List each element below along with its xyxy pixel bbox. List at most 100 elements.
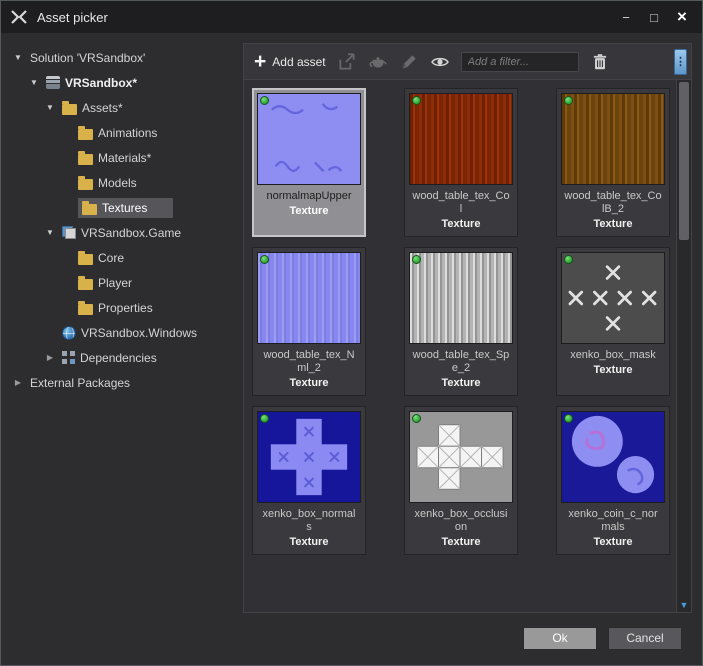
chevron-right-icon[interactable]: ▶ <box>11 378 25 387</box>
asset-thumbnail <box>257 93 361 185</box>
vertical-scrollbar[interactable]: ▼ <box>676 80 691 612</box>
app-logo-icon <box>9 7 29 27</box>
asset-name: wood_table_tex_ColB_2 <box>564 190 662 216</box>
asset-type: Texture <box>594 218 633 230</box>
tree-item-label: VRSandbox.Windows <box>81 326 197 340</box>
view-options-button[interactable]: ⋮ <box>674 49 687 75</box>
folder-icon <box>78 179 93 190</box>
status-dot-icon <box>412 255 421 264</box>
status-dot-icon <box>564 255 573 264</box>
asset-tile-wood-spe2[interactable]: wood_table_tex_Spe_2 Texture <box>404 247 518 396</box>
asset-tile-box-normals[interactable]: xenko_box_normals Texture <box>252 406 366 555</box>
filter-input[interactable] <box>461 52 579 72</box>
tree-item-animations[interactable]: Animations <box>7 120 235 145</box>
maximize-button[interactable]: □ <box>640 6 668 28</box>
tree-item-properties[interactable]: Properties <box>7 295 235 320</box>
dependencies-icon <box>62 351 75 364</box>
asset-tile-box-occlusion[interactable]: xenko_box_occlusion Texture <box>404 406 518 555</box>
scroll-down-icon[interactable]: ▼ <box>677 600 691 610</box>
tree-item-solution[interactable]: ▼ Solution 'VRSandbox' <box>7 45 235 70</box>
tree-item-models[interactable]: Models <box>7 170 235 195</box>
asset-grid-area: normalmapUpper Texture wood_table_tex_Co… <box>244 80 691 612</box>
tree-item-label: Core <box>98 251 124 265</box>
asset-name: wood_table_tex_Col <box>412 190 510 216</box>
asset-thumbnail <box>257 411 361 503</box>
chevron-down-icon[interactable]: ▼ <box>43 103 57 112</box>
tree-item-label: Animations <box>98 126 157 140</box>
tree-item-label: External Packages <box>30 376 130 390</box>
tree-item-vrsandbox[interactable]: ▼ VRSandbox* <box>7 70 235 95</box>
chevron-right-icon[interactable]: ▶ <box>43 353 57 362</box>
tree-item-label: Textures <box>102 201 147 215</box>
visibility-eye-icon[interactable] <box>430 52 450 72</box>
tree-item-label: VRSandbox.Game <box>81 226 181 240</box>
tree-item-materials[interactable]: Materials* <box>7 145 235 170</box>
selected-tree-item: Textures <box>78 198 173 218</box>
folder-icon <box>78 254 93 265</box>
asset-tile-wood-nml2[interactable]: wood_table_tex_Nml_2 Texture <box>252 247 366 396</box>
asset-type: Texture <box>290 205 329 217</box>
asset-grid: normalmapUpper Texture wood_table_tex_Co… <box>244 80 676 612</box>
import-asset-icon[interactable] <box>337 52 357 72</box>
plus-icon: + <box>254 53 266 71</box>
tree-item-assets[interactable]: ▼ Assets* <box>7 95 235 120</box>
status-dot-icon <box>412 414 421 423</box>
asset-tile-coin-normals[interactable]: xenko_coin_c_normals Texture <box>556 406 670 555</box>
asset-thumbnail <box>561 252 665 344</box>
delete-trash-icon[interactable] <box>590 52 610 72</box>
chevron-down-icon[interactable]: ▼ <box>11 53 25 62</box>
tree-item-label: Models <box>98 176 137 190</box>
tree-item-vrsandbox-windows[interactable]: VRSandbox.Windows <box>7 320 235 345</box>
add-asset-button[interactable]: + Add asset <box>254 53 326 71</box>
tree-item-label: Solution 'VRSandbox' <box>30 51 145 65</box>
ok-button[interactable]: Ok <box>523 627 597 650</box>
chevron-down-icon[interactable]: ▼ <box>43 228 57 237</box>
chevron-down-icon[interactable]: ▼ <box>27 78 41 87</box>
window-title: Asset picker <box>37 10 612 25</box>
tree-item-label: Materials* <box>98 151 151 165</box>
asset-type: Texture <box>594 364 633 376</box>
asset-thumbnail <box>561 93 665 185</box>
edit-pencil-icon[interactable] <box>399 52 419 72</box>
folder-icon <box>62 104 77 115</box>
project-icon <box>62 226 76 239</box>
asset-type: Texture <box>442 377 481 389</box>
folder-icon <box>82 204 97 215</box>
tree-item-vrsandbox-game[interactable]: ▼ VRSandbox.Game <box>7 220 235 245</box>
asset-thumbnail <box>409 411 513 503</box>
tree-item-textures[interactable]: Textures <box>7 195 235 220</box>
minimize-button[interactable]: − <box>612 6 640 28</box>
add-asset-label: Add asset <box>272 55 325 69</box>
asset-name: wood_table_tex_Nml_2 <box>260 349 358 375</box>
close-button[interactable]: × <box>668 6 696 28</box>
tree-item-player[interactable]: Player <box>7 270 235 295</box>
tree-item-dependencies[interactable]: ▶ Dependencies <box>7 345 235 370</box>
asset-type: Texture <box>442 536 481 548</box>
asset-picker-window: Asset picker − □ × ▼ Solution 'VRSandbox… <box>0 0 703 666</box>
status-dot-icon <box>260 414 269 423</box>
asset-tile-normalmapupper[interactable]: normalmapUpper Texture <box>252 88 366 237</box>
tree-item-label: Assets* <box>82 101 123 115</box>
tree-item-label: VRSandbox* <box>65 76 137 90</box>
asset-tile-wood-col[interactable]: wood_table_tex_Col Texture <box>404 88 518 237</box>
cancel-button[interactable]: Cancel <box>608 627 682 650</box>
asset-tile-wood-colb2[interactable]: wood_table_tex_ColB_2 Texture <box>556 88 670 237</box>
tree-item-label: Player <box>98 276 132 290</box>
folder-icon <box>78 129 93 140</box>
asset-thumbnail <box>257 252 361 344</box>
asset-type: Texture <box>594 536 633 548</box>
tree-item-core[interactable]: Core <box>7 245 235 270</box>
dialog-footer: Ok Cancel <box>1 619 702 665</box>
scrollbar-thumb[interactable] <box>679 82 689 240</box>
package-icon <box>46 76 60 89</box>
tree-item-external-packages[interactable]: ▶ External Packages <box>7 370 235 395</box>
asset-type: Texture <box>290 377 329 389</box>
dialog-content: ▼ Solution 'VRSandbox' ▼ VRSandbox* ▼ As… <box>1 33 702 619</box>
status-dot-icon <box>412 96 421 105</box>
asset-name: xenko_box_occlusion <box>412 508 510 534</box>
asset-name: normalmapUpper <box>260 190 358 203</box>
template-teapot-icon[interactable] <box>368 52 388 72</box>
asset-thumbnail <box>409 93 513 185</box>
asset-name: xenko_coin_c_normals <box>564 508 662 534</box>
asset-tile-box-mask[interactable]: xenko_box_mask Texture <box>556 247 670 396</box>
